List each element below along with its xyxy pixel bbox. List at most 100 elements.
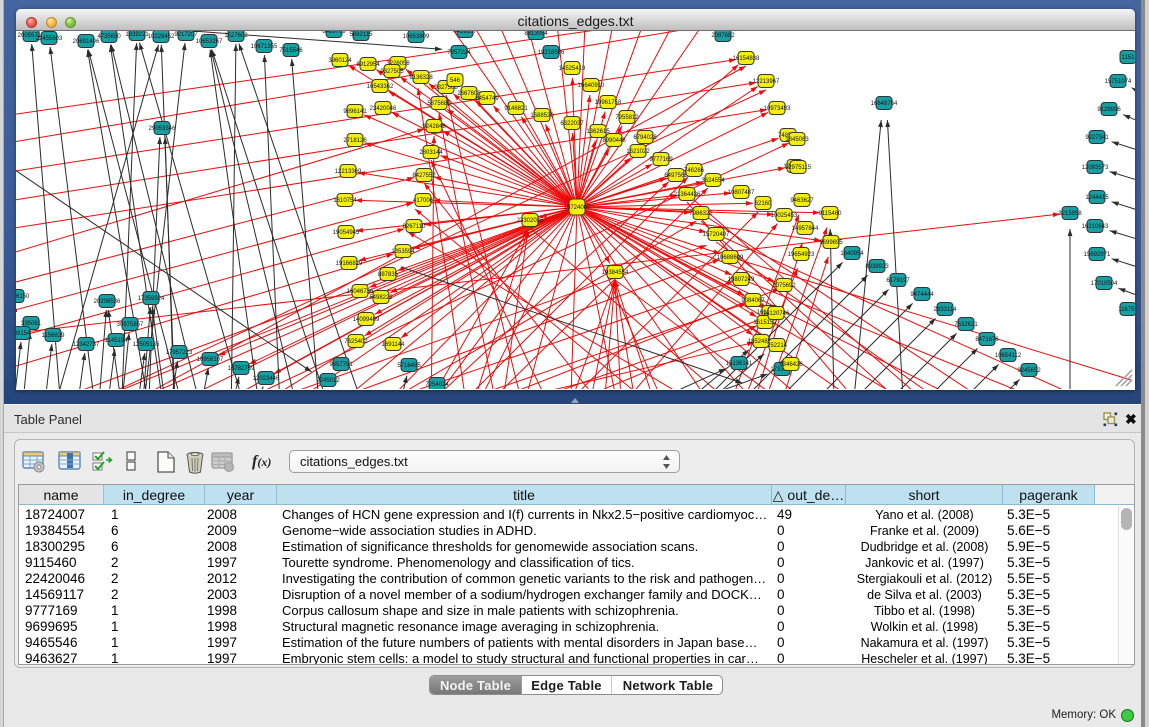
svg-text:12023446: 12023446 xyxy=(253,376,280,382)
svg-text:5875685: 5875685 xyxy=(427,101,451,107)
svg-text:10961758: 10961758 xyxy=(595,100,622,106)
svg-text:19166829: 19166829 xyxy=(336,261,363,267)
svg-text:9896141: 9896141 xyxy=(343,109,367,115)
svg-text:2803144: 2803144 xyxy=(419,150,443,156)
svg-text:9129996: 9129996 xyxy=(1097,107,1121,113)
svg-text:16782759: 16782759 xyxy=(228,366,255,372)
svg-text:62160: 62160 xyxy=(755,201,772,207)
svg-text:10671355: 10671355 xyxy=(251,44,278,50)
svg-text:18724007: 18724007 xyxy=(564,205,591,211)
svg-text:9474444: 9474444 xyxy=(910,292,934,298)
svg-text:8912954: 8912954 xyxy=(356,62,380,68)
svg-text:6322037: 6322037 xyxy=(560,121,584,127)
svg-text:3215958: 3215958 xyxy=(1058,211,1082,217)
svg-text:7857224: 7857224 xyxy=(447,50,471,56)
svg-text:17957223: 17957223 xyxy=(166,350,193,356)
svg-text:9146821: 9146821 xyxy=(504,106,528,112)
svg-text:1610754: 1610754 xyxy=(333,198,357,204)
svg-text:20691406: 20691406 xyxy=(73,39,100,45)
svg-text:1615152: 1615152 xyxy=(753,320,777,326)
svg-text:7254024: 7254024 xyxy=(425,382,449,388)
svg-text:9245012: 9245012 xyxy=(316,378,340,384)
svg-text:9327505: 9327505 xyxy=(380,69,404,75)
svg-text:8813054: 8813054 xyxy=(524,31,548,37)
svg-text:16154838: 16154838 xyxy=(733,56,760,62)
svg-text:2087682: 2087682 xyxy=(711,33,735,39)
svg-text:10654112: 10654112 xyxy=(995,353,1022,359)
svg-text:1353594: 1353594 xyxy=(391,249,415,255)
svg-text:39154: 39154 xyxy=(16,331,31,337)
svg-text:7515546: 7515546 xyxy=(279,48,303,54)
svg-text:10653267: 10653267 xyxy=(196,39,223,45)
svg-text:1839221: 1839221 xyxy=(125,32,149,38)
svg-text:10973493: 10973493 xyxy=(764,106,791,112)
svg-text:3960124: 3960124 xyxy=(328,58,352,64)
svg-text:8267110: 8267110 xyxy=(403,224,427,230)
svg-text:9346426: 9346426 xyxy=(779,362,803,368)
svg-text:16648764: 16648764 xyxy=(871,101,898,107)
svg-text:7955812: 7955812 xyxy=(615,115,639,121)
svg-text:29053346: 29053346 xyxy=(149,126,176,132)
svg-text:1621022: 1621022 xyxy=(626,149,650,155)
svg-text:8489709: 8489709 xyxy=(322,31,346,35)
svg-text:4735650: 4735650 xyxy=(97,34,121,40)
svg-text:15136141: 15136141 xyxy=(726,361,753,367)
svg-text:1845063: 1845063 xyxy=(785,137,809,143)
svg-text:12213967: 12213967 xyxy=(753,79,780,85)
svg-text:15751074: 15751074 xyxy=(1105,79,1132,85)
svg-text:8136328: 8136328 xyxy=(409,75,433,81)
svg-text:14957844: 14957844 xyxy=(792,226,819,232)
svg-text:8938923: 8938923 xyxy=(865,264,889,270)
svg-text:1145194: 1145194 xyxy=(105,338,129,344)
svg-text:12975115: 12975115 xyxy=(785,165,812,171)
svg-text:9227341: 9227341 xyxy=(1085,135,1109,141)
svg-text:2933114: 2933114 xyxy=(934,307,958,313)
svg-text:8454749: 8454749 xyxy=(475,96,499,102)
svg-text:16543362: 16543362 xyxy=(367,84,394,90)
svg-text:8471676: 8471676 xyxy=(975,337,999,343)
svg-text:9084067: 9084067 xyxy=(741,298,765,304)
svg-text:18807249: 18807249 xyxy=(728,277,755,283)
svg-text:21364436: 21364436 xyxy=(674,192,701,198)
svg-text:30975857: 30975857 xyxy=(117,322,144,328)
svg-text:1244415: 1244415 xyxy=(1085,195,1109,201)
svg-text:5716485: 5716485 xyxy=(397,363,421,369)
svg-text:12342737: 12342737 xyxy=(73,342,100,348)
svg-text:10958107: 10958107 xyxy=(197,357,224,363)
svg-text:12093573: 12093573 xyxy=(1082,165,1109,171)
svg-text:15692971: 15692971 xyxy=(1084,252,1111,258)
svg-text:22455603: 22455603 xyxy=(36,36,63,42)
svg-text:9115460: 9115460 xyxy=(819,211,843,217)
svg-text:1640954: 1640954 xyxy=(840,251,864,257)
svg-text:23302035: 23302035 xyxy=(517,218,544,224)
svg-text:1075692: 1075692 xyxy=(772,283,796,289)
svg-text:9217207: 9217207 xyxy=(174,32,198,38)
svg-text:10807487: 10807487 xyxy=(728,190,755,196)
svg-text:3624554: 3624554 xyxy=(701,178,725,184)
svg-text:546: 546 xyxy=(450,78,461,84)
svg-text:6179197: 6179197 xyxy=(886,278,910,284)
svg-text:9777169: 9777169 xyxy=(649,157,673,163)
svg-text:2718126: 2718126 xyxy=(343,138,367,144)
svg-text:20206536: 20206536 xyxy=(94,299,121,305)
svg-text:116753: 116753 xyxy=(1118,307,1135,313)
svg-text:12505135: 12505135 xyxy=(133,342,160,348)
svg-text:14099489: 14099489 xyxy=(353,317,380,323)
svg-text:16640910: 16640910 xyxy=(578,83,605,89)
svg-text:12213369: 12213369 xyxy=(335,169,362,175)
svg-text:9245652: 9245652 xyxy=(1017,368,1041,374)
svg-text:19218506: 19218506 xyxy=(538,50,565,56)
svg-text:6794028: 6794028 xyxy=(633,135,657,141)
svg-text:17010504: 17010504 xyxy=(1091,281,1118,287)
svg-text:887835: 887835 xyxy=(378,272,399,278)
svg-text:9242848: 9242848 xyxy=(422,124,446,130)
svg-text:4439167: 4439167 xyxy=(453,31,477,35)
svg-text:8427552: 8427552 xyxy=(412,173,436,179)
svg-text:252214: 252214 xyxy=(767,343,788,349)
svg-text:9857791: 9857791 xyxy=(329,362,353,368)
svg-text:19384554: 19384554 xyxy=(602,270,629,276)
svg-text:5682115: 5682115 xyxy=(350,32,374,38)
svg-text:1527602: 1527602 xyxy=(224,33,248,39)
svg-text:7632621: 7632621 xyxy=(954,322,978,328)
svg-text:1151: 1151 xyxy=(1122,55,1135,61)
